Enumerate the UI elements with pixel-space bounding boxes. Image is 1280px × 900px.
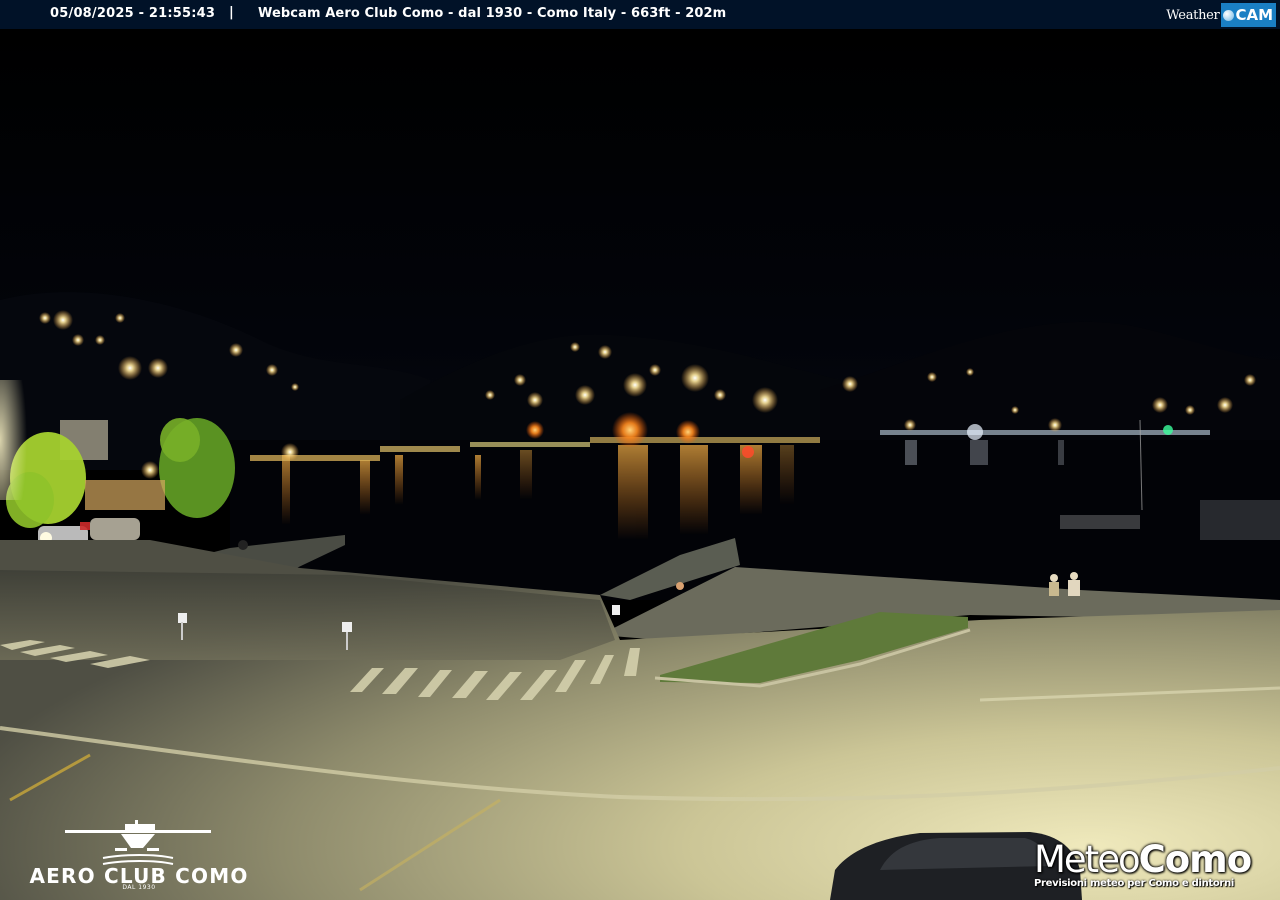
webcam-caption: Webcam Aero Club Como - dal 1930 - Como … <box>258 6 727 21</box>
webcam-info-bar: 05/08/2025 - 21:55:43 | Webcam Aero Club… <box>0 0 1280 29</box>
weathercam-logo-weather: Weather <box>1166 7 1220 23</box>
meteocomo-logo-meteo: Meteo <box>1034 838 1141 881</box>
weathercam-logo: Weather CAM <box>1166 3 1276 27</box>
webcam-image <box>0 29 1280 900</box>
aeroclub-logo-since: DAL 1930 <box>122 884 156 891</box>
meteocomo-logo: MeteoComo Previsioni meteo per Como e di… <box>1030 838 1270 896</box>
separator: | <box>229 5 234 20</box>
road-sign <box>178 613 187 623</box>
meteocomo-logo-como: Como <box>1138 838 1253 881</box>
aeroclub-logo: AERO CLUB COMO DAL 1930 <box>14 818 264 896</box>
globe-icon <box>1223 9 1235 21</box>
timestamp: 05/08/2025 - 21:55:43 <box>50 6 216 21</box>
meteocomo-logo-name: MeteoComo <box>1034 838 1253 882</box>
weathercam-logo-cam: CAM <box>1221 3 1276 27</box>
weathercam-logo-cam-text: CAM <box>1235 6 1273 24</box>
meteocomo-logo-tagline: Previsioni meteo per Como e dintorni <box>1034 878 1235 889</box>
webcam-frame: 05/08/2025 - 21:55:43 | Webcam Aero Club… <box>0 0 1280 900</box>
